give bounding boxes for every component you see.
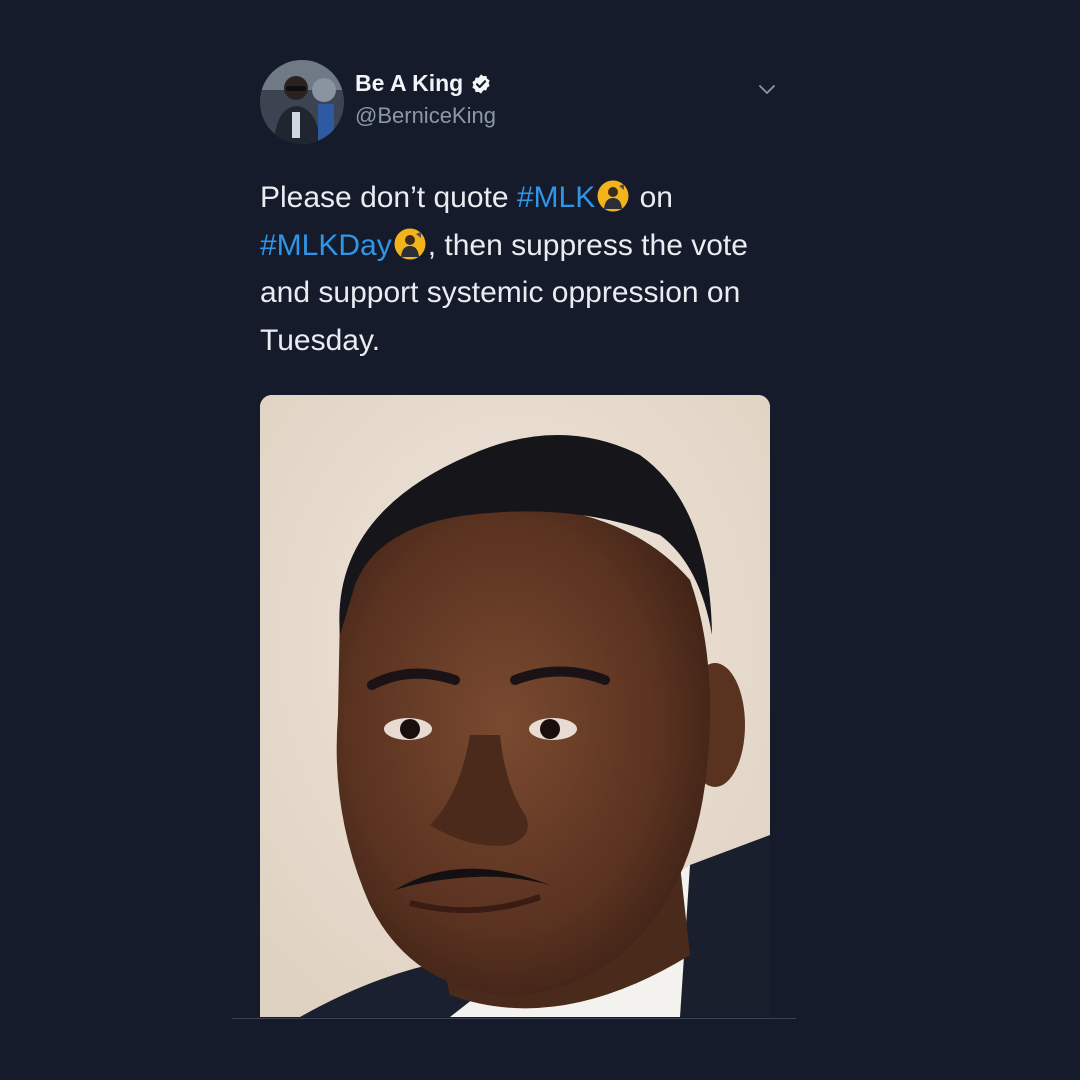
profile-photo-icon <box>260 60 344 144</box>
tweet-divider <box>232 1018 796 1019</box>
portrait-photo-icon <box>260 395 770 1017</box>
author-display-name[interactable]: Be A King <box>355 70 463 97</box>
author-avatar[interactable] <box>260 60 344 144</box>
tweet-photo[interactable] <box>260 395 770 1017</box>
hashtag-mlkday-link[interactable]: #MLKDay <box>260 229 392 262</box>
hashtag-mlk-link[interactable]: #MLK <box>517 181 595 214</box>
tweet-text: Please don’t quote #MLK on #MLKDay, then … <box>260 174 760 364</box>
verified-badge-icon <box>472 73 490 94</box>
tweet-text-segment: on <box>631 181 673 214</box>
author-handle[interactable]: @BerniceKing <box>355 103 496 129</box>
mlk-hashtag-emoji-icon <box>597 180 629 212</box>
mlk-hashtag-emoji-icon <box>394 228 426 259</box>
author-names: Be A King @BerniceKing <box>355 70 496 129</box>
chevron-down-icon[interactable] <box>756 78 778 100</box>
tweet-text-segment: Please don’t quote <box>260 181 517 214</box>
tweet-card: Be A King @BerniceKing Please don’t quot… <box>232 58 796 1020</box>
tweet-header: Be A King @BerniceKing <box>260 58 796 148</box>
